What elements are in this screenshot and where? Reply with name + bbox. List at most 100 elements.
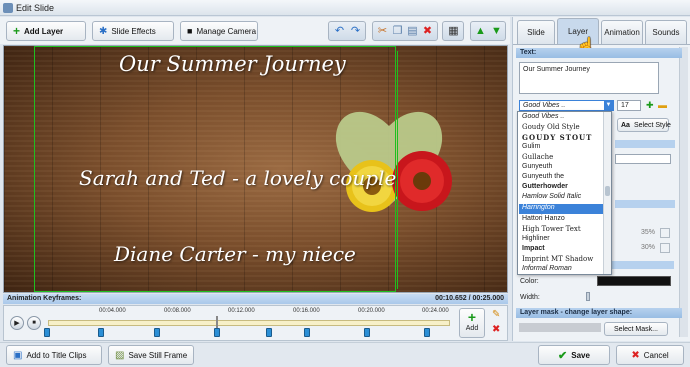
redo-icon[interactable]: ↷: [349, 25, 362, 38]
color-swatch[interactable]: [597, 276, 671, 286]
timeline-title: Animation Keyframes:: [7, 295, 82, 302]
dropdown-scrollbar[interactable]: [603, 112, 611, 274]
scrollbar-thumb[interactable]: [605, 186, 610, 196]
add-layer-button[interactable]: + Add Layer: [6, 21, 86, 41]
checkmark-icon: ✔: [558, 349, 568, 362]
title-bar: Edit Slide: [0, 0, 690, 16]
select-style-button[interactable]: Aa Select Style: [617, 118, 671, 132]
add-keyframe-button[interactable]: + Add: [459, 308, 485, 338]
stop-button[interactable]: ■: [27, 316, 41, 330]
plus-icon: +: [13, 24, 21, 38]
image-icon: ▨: [115, 349, 125, 361]
font-option-selected[interactable]: Harrington: [522, 204, 555, 211]
font-option[interactable]: GOUDY STOUT: [522, 133, 592, 142]
chevron-down-icon[interactable]: ▼: [604, 101, 613, 110]
color-label: Color:: [520, 278, 539, 285]
camera-icon: ■: [187, 26, 193, 36]
font-option[interactable]: Highliner: [522, 235, 550, 242]
size-up-icon[interactable]: ✚: [646, 100, 654, 111]
tick-label: 00:24.000: [422, 308, 449, 314]
tab-animation[interactable]: Animation: [601, 20, 643, 44]
font-option[interactable]: High Tower Text: [522, 225, 581, 233]
font-option[interactable]: Imprint MT Shadow: [522, 255, 593, 263]
layer-text-input[interactable]: Our Summer Journey: [519, 62, 659, 94]
app-icon: [3, 3, 13, 13]
width-slider[interactable]: [586, 292, 590, 301]
font-option[interactable]: Gulim: [522, 143, 540, 150]
keyframe-marker[interactable]: [98, 328, 104, 337]
clip-icon: ▣: [13, 349, 23, 361]
spinner-2[interactable]: [660, 243, 670, 253]
edit-group: ✂ ❐ ▤ ✖: [372, 21, 438, 41]
keyframe-marker[interactable]: [44, 328, 50, 337]
font-option[interactable]: Goudy Old Style: [522, 123, 580, 131]
window-title: Edit Slide: [16, 3, 55, 13]
keyframe-marker[interactable]: [266, 328, 272, 337]
save-button[interactable]: ✔ Save: [538, 345, 610, 365]
guide-line: [397, 51, 398, 289]
paste-icon[interactable]: ▤: [406, 25, 419, 38]
font-option[interactable]: Informal Roman: [522, 265, 572, 272]
font-option[interactable]: Good Vibes ..: [522, 113, 564, 120]
tick-label: 00:20.000: [358, 308, 385, 314]
manage-camera-button[interactable]: ■ Manage Camera: [180, 21, 258, 41]
play-button[interactable]: ▶: [10, 316, 24, 330]
tick-label: 00:12.000: [228, 308, 255, 314]
title-text-layer[interactable]: Our Summer Journey: [119, 52, 346, 76]
cancel-button[interactable]: ✖ Cancel: [616, 345, 684, 365]
cancel-icon: ✖: [631, 349, 640, 361]
tab-slide[interactable]: Slide: [517, 20, 555, 44]
font-option[interactable]: Gullache: [522, 153, 553, 161]
timeline-track[interactable]: [48, 320, 450, 326]
width-label: Width:: [520, 294, 540, 301]
spinner-1[interactable]: [660, 228, 670, 238]
keyframe-timeline: ▶ ■ 00:04.000 00:08.000 00:12.000 00:16.…: [3, 305, 508, 341]
mask-section-header: Layer mask - change layer shape:: [516, 308, 682, 318]
plus-icon: +: [467, 309, 477, 325]
bottom-bar: ▣ Add to Title Clips ▨ Save Still Frame …: [0, 342, 690, 367]
play-icon: ▶: [14, 320, 20, 327]
align-icon[interactable]: ▦: [447, 25, 460, 38]
keyframe-marker[interactable]: [364, 328, 370, 337]
font-option[interactable]: Impact: [522, 245, 545, 252]
font-size-select[interactable]: 17: [617, 100, 641, 111]
arrow-up-icon[interactable]: ▲: [474, 25, 487, 38]
percent-value-1: 35%: [641, 229, 656, 236]
font-select[interactable]: Good Vibes ..: [519, 100, 614, 111]
keyframe-marker[interactable]: [304, 328, 310, 337]
slide-canvas[interactable]: Our Summer Journey Sarah and Ted - a lov…: [3, 45, 508, 293]
keyframe-marker[interactable]: [214, 328, 220, 337]
stop-icon: ■: [32, 320, 36, 326]
keyframe-marker[interactable]: [424, 328, 430, 337]
niece-text-layer[interactable]: Diane Carter - my niece: [114, 242, 356, 266]
tick-label: 00:08.000: [164, 308, 191, 314]
sparkle-icon: ✱: [99, 25, 108, 37]
slide-effects-button[interactable]: ✱ Slide Effects: [92, 21, 174, 41]
copy-icon[interactable]: ❐: [391, 25, 404, 38]
percent-value-2: 30%: [641, 244, 656, 251]
select-mask-button[interactable]: Select Mask...: [604, 322, 668, 336]
undo-redo-group: ↶ ↷: [328, 21, 366, 41]
delete-keyframe-icon[interactable]: ✖: [492, 324, 500, 335]
edit-keyframe-icon[interactable]: ✎: [492, 309, 500, 320]
style-input[interactable]: [615, 154, 671, 164]
couple-text-layer[interactable]: Sarah and Ted - a lovely couple: [79, 166, 396, 190]
size-down-icon[interactable]: ▬: [658, 100, 667, 110]
font-option[interactable]: Gunyeuth: [522, 163, 552, 170]
panel-scrollbar[interactable]: [679, 47, 688, 337]
add-to-title-clips-button[interactable]: ▣ Add to Title Clips: [6, 345, 102, 365]
undo-icon[interactable]: ↶: [333, 25, 346, 38]
font-option[interactable]: Hamlow Solid Italic: [522, 193, 581, 200]
arrow-down-icon[interactable]: ▼: [490, 25, 503, 38]
font-option[interactable]: Gunyeuth the: [522, 173, 564, 180]
keyframe-marker[interactable]: [154, 328, 160, 337]
toolbar: + Add Layer ✱ Slide Effects ■ Manage Cam…: [0, 17, 510, 44]
save-still-frame-button[interactable]: ▨ Save Still Frame: [108, 345, 194, 365]
font-option[interactable]: Hattori Hanzo: [522, 215, 565, 222]
timeline-time: 00:10.652 / 00:25.000: [435, 295, 504, 302]
tab-sounds[interactable]: Sounds: [645, 20, 687, 44]
cut-icon[interactable]: ✂: [376, 25, 389, 38]
text-section-header: Text:: [516, 48, 682, 58]
font-option[interactable]: Gutterhowder: [522, 183, 568, 190]
delete-icon[interactable]: ✖: [421, 25, 434, 38]
